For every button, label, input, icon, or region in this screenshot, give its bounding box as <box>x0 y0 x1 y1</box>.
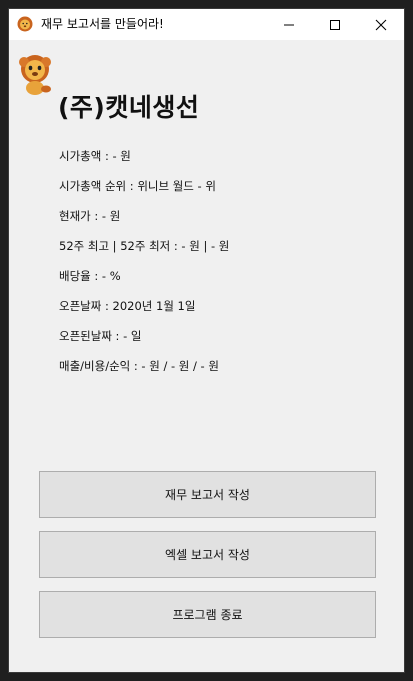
maximize-button[interactable] <box>312 9 358 40</box>
lion-face-icon <box>17 16 33 32</box>
days-open-line: 오픈된날짜 : - 일 <box>59 329 142 343</box>
app-window: 재무 보고서를 만들어라! (주)캣네생선 시가총액 : - 원 시가총액 순위… <box>8 8 405 673</box>
create-financial-report-button[interactable]: 재무 보고서 작성 <box>39 471 376 518</box>
revenue-cost-profit-line: 매출/비용/순익 : - 원 / - 원 / - 원 <box>59 359 219 373</box>
dividend-yield-line: 배당율 : - % <box>59 269 121 283</box>
maximize-icon <box>330 19 340 30</box>
lion-mascot-icon <box>19 55 51 95</box>
exit-program-button[interactable]: 프로그램 종료 <box>39 591 376 638</box>
current-price-line: 현재가 : - 원 <box>59 209 121 223</box>
market-cap-rank-line: 시가총액 순위 : 위니브 월드 - 위 <box>59 179 216 193</box>
window-title: 재무 보고서를 만들어라! <box>41 17 164 31</box>
create-excel-report-button[interactable]: 엑셀 보고서 작성 <box>39 531 376 578</box>
open-date-line: 오픈날짜 : 2020년 1월 1일 <box>59 299 196 313</box>
minimize-button[interactable] <box>266 9 312 40</box>
minimize-icon <box>284 24 294 25</box>
company-name: (주)캣네생선 <box>58 93 200 122</box>
market-cap-line: 시가총액 : - 원 <box>59 149 131 163</box>
close-button[interactable] <box>358 9 404 40</box>
title-bar[interactable]: 재무 보고서를 만들어라! <box>9 9 404 40</box>
close-icon <box>375 19 387 30</box>
52-week-range-line: 52주 최고 | 52주 최저 : - 원 | - 원 <box>59 239 230 253</box>
